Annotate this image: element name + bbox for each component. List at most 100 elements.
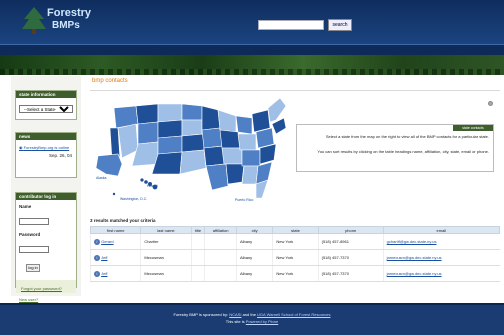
map-dc-marker[interactable]: [112, 192, 116, 196]
news-panel: news ◉ ForestryBmp.org is online Sep. 26…: [15, 132, 77, 178]
map-state-region[interactable]: [205, 163, 229, 191]
state-information-panel: state information --Select a State--: [15, 90, 77, 120]
email-link[interactable]: jamecusm@gw.dec.state.ny.us: [387, 271, 442, 276]
state-cell: New York: [272, 265, 319, 282]
map-state-region[interactable]: [157, 119, 183, 139]
phone-cell: (518) 457-7370: [317, 249, 384, 266]
title-divider: [90, 90, 500, 91]
map-state-region[interactable]: [137, 121, 159, 145]
ncasi-link[interactable]: NCASI: [229, 312, 241, 317]
news-date: Sep. 26, 04: [48, 153, 72, 158]
map-label-alaska: Alaska: [96, 176, 107, 180]
col-title[interactable]: title: [190, 226, 206, 234]
affiliation-cell: [204, 249, 237, 266]
search-button[interactable]: search: [328, 19, 352, 31]
map-state-region[interactable]: [217, 109, 237, 133]
email-link[interactable]: jamecusm@gw.dec.state.ny.us: [387, 255, 442, 260]
forgot-password-link[interactable]: Forgot your password?: [21, 286, 71, 291]
col-first-name[interactable]: first name: [89, 226, 142, 234]
map-state-region[interactable]: [181, 103, 203, 121]
first-name-link[interactable]: Gerard: [101, 239, 113, 244]
map-state-region[interactable]: [251, 109, 271, 133]
map-state-region[interactable]: [225, 163, 245, 185]
map-state-region[interactable]: [235, 115, 253, 135]
us-map-svg[interactable]: [92, 94, 292, 204]
contact-info-icon[interactable]: i: [94, 270, 100, 277]
map-state-region[interactable]: [237, 133, 257, 151]
table-row: i Jeff Mecusman Albany New York (518) 45…: [89, 249, 500, 266]
contact-info-icon[interactable]: i: [94, 238, 100, 245]
last-name-cell: Mecusman: [140, 249, 192, 266]
password-label: Password: [19, 232, 41, 237]
left-sidebar: state information --Select a State-- new…: [11, 76, 81, 302]
map-state-region[interactable]: [201, 127, 223, 149]
site-logo[interactable]: Forestry BMPs: [20, 5, 91, 37]
us-state-map[interactable]: Alaska Hawaii Washington, D.C. Puerto Ri…: [92, 94, 292, 204]
affiliation-cell: [204, 233, 237, 250]
name-label: Name: [19, 204, 32, 209]
footer-powered: This site is Powered by Plone: [0, 319, 504, 324]
map-state-region[interactable]: [117, 123, 139, 159]
search-input[interactable]: [258, 20, 324, 30]
col-affiliation[interactable]: affiliation: [204, 226, 237, 234]
city-cell: Albany: [235, 249, 273, 266]
map-state-region[interactable]: [157, 135, 183, 155]
map-label-dc[interactable]: Washington, D.C.: [120, 197, 147, 201]
footer-sponsor-mid: and the: [241, 312, 258, 317]
login-button[interactable]: log in: [26, 263, 40, 272]
map-state-region[interactable]: [179, 149, 207, 175]
logo-line2: BMPs: [52, 20, 80, 31]
state-contacts-title: state contacts: [453, 125, 493, 131]
login-title: contributor log in: [16, 193, 76, 200]
col-email[interactable]: email: [382, 226, 501, 234]
table-row: i Jeff Mecusman Albany New York (518) 45…: [89, 265, 500, 282]
forest-banner: [0, 55, 504, 75]
map-state-region[interactable]: [157, 103, 183, 123]
instructions-text: Select a state from the map on the right…: [325, 134, 489, 139]
map-label-puerto-rico[interactable]: Puerto Rico: [235, 198, 253, 202]
map-state-region[interactable]: [203, 145, 225, 167]
contact-info-icon[interactable]: i: [94, 254, 100, 261]
news-link[interactable]: ◉ ForestryBmp.org is online: [19, 145, 73, 150]
main-content: bmp contacts Alaska Hawaii Washington, D…: [86, 76, 504, 296]
new-user-link[interactable]: New user?: [19, 297, 73, 302]
map-state-region[interactable]: [241, 165, 259, 185]
state-information-title: state information: [16, 91, 76, 98]
col-phone[interactable]: phone: [317, 226, 384, 234]
news-link-text: ForestryBmp.org is online: [23, 145, 70, 150]
map-state-region[interactable]: [221, 147, 243, 165]
footer-sponsor-prefix: Forestry BMP is sponsored by:: [173, 312, 230, 317]
map-state-region[interactable]: [181, 119, 203, 137]
name-field[interactable]: [19, 218, 49, 225]
map-alaska[interactable]: [95, 153, 123, 177]
footer-sponsors: Forestry BMP is sponsored by: NCASI and …: [0, 312, 504, 317]
plone-link[interactable]: Powered by Plone: [246, 319, 278, 324]
site-header: Forestry BMPs search: [0, 0, 504, 44]
main-nav: HOME SITE TOOLS NEWS EVENTS LITERATURE F…: [0, 44, 504, 59]
email-link[interactable]: gchartif@gw.dec.state.ny.us: [387, 239, 437, 244]
map-state-region[interactable]: [201, 105, 221, 131]
first-name-link[interactable]: Jeff: [101, 271, 107, 276]
map-state-region[interactable]: [219, 129, 241, 149]
uga-warnell-link[interactable]: UGA Warnell School of Forest Resources: [257, 312, 330, 317]
map-label-hawaii: Hawaii: [147, 184, 158, 188]
state-cell: New York: [272, 233, 319, 250]
map-state-region[interactable]: [135, 103, 159, 125]
last-name-cell: Chartier: [140, 233, 192, 250]
us-map-canvas[interactable]: [92, 94, 292, 204]
title-cell: [190, 265, 205, 282]
city-cell: Albany: [235, 265, 273, 282]
col-last-name[interactable]: last name: [140, 226, 192, 234]
map-state-region[interactable]: [241, 149, 261, 167]
state-cell: New York: [272, 249, 319, 266]
footer-powered-prefix: This site is: [225, 319, 246, 324]
col-state[interactable]: state: [272, 226, 319, 234]
state-select[interactable]: --Select a State--: [19, 105, 73, 113]
phone-cell: (518) 457-7370: [317, 265, 384, 282]
col-city[interactable]: city: [235, 226, 274, 234]
scroll-indicator-icon[interactable]: [488, 101, 493, 106]
password-field[interactable]: [19, 246, 49, 253]
first-name-link[interactable]: Jeff: [101, 255, 107, 260]
map-state-region[interactable]: [181, 133, 205, 153]
sort-instructions-text: You can sort results by clicking on the …: [317, 149, 489, 154]
